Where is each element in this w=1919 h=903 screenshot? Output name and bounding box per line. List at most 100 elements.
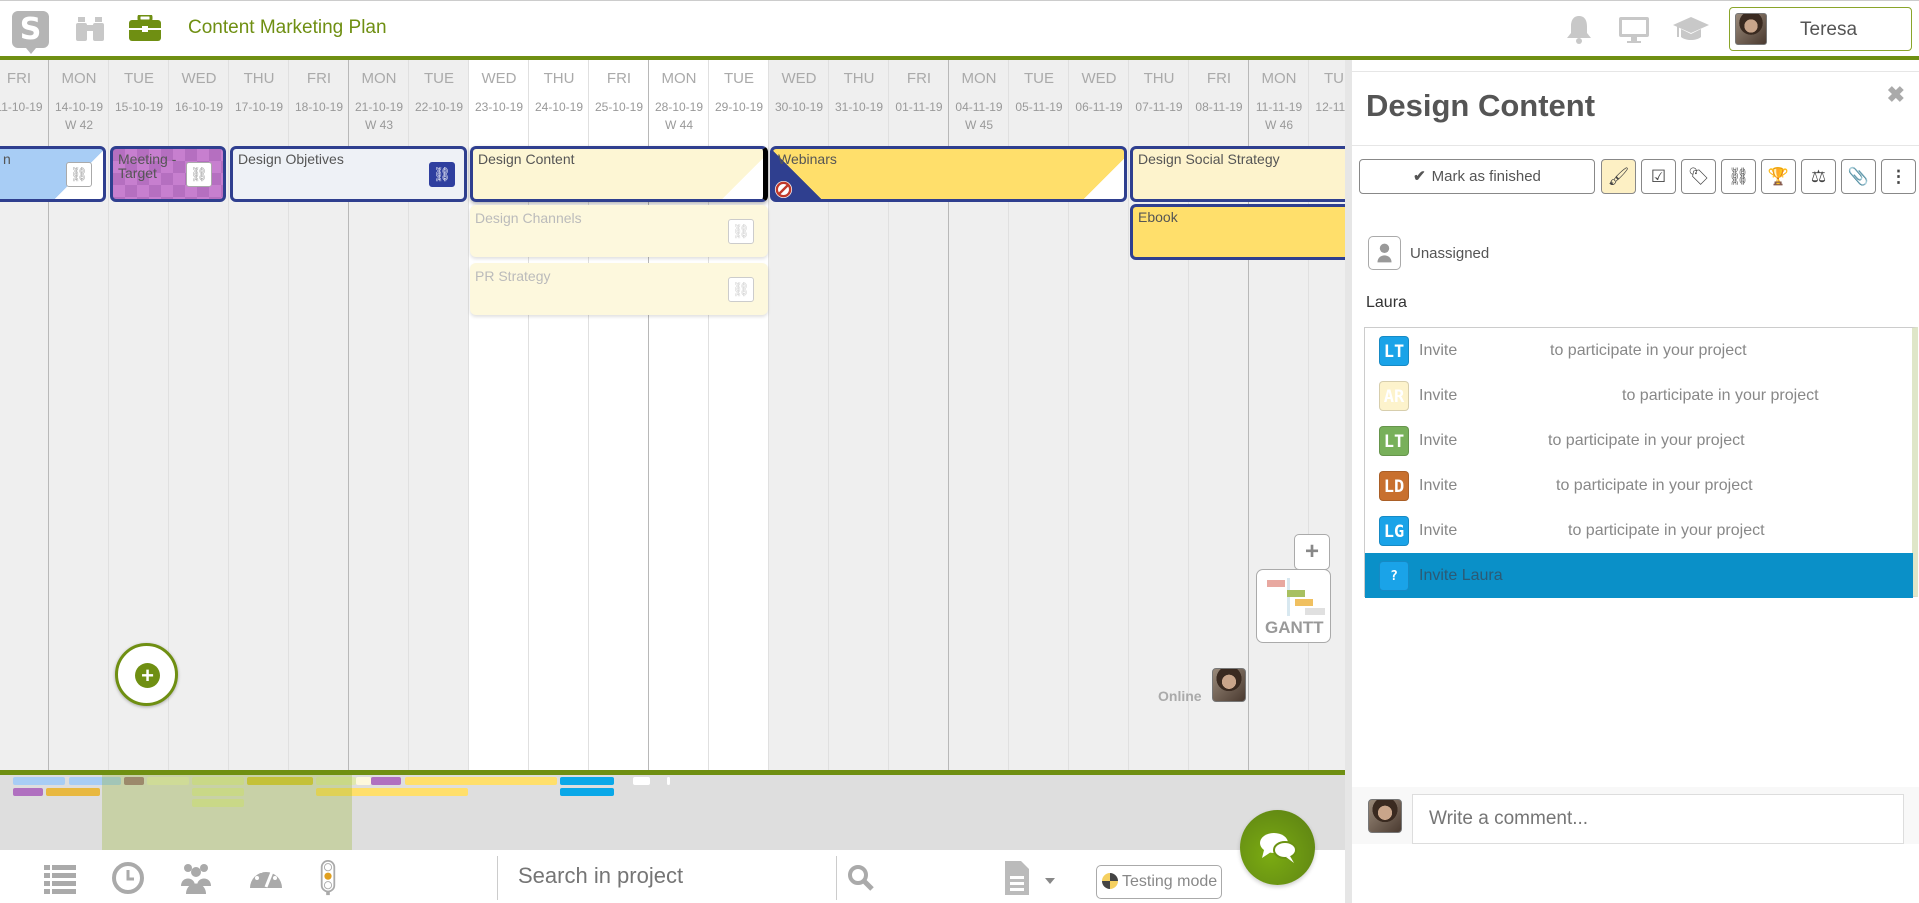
task-bar[interactable]: Meeting - Target ⛓ bbox=[110, 146, 226, 202]
suggestion-item[interactable]: LT Invite to participate in your project bbox=[1365, 418, 1913, 463]
clock-icon[interactable] bbox=[110, 860, 146, 896]
blocked-icon bbox=[774, 180, 793, 199]
task-bar[interactable]: Design Objetives ⛓ bbox=[230, 146, 467, 202]
task-bar[interactable]: n ⛓ bbox=[0, 146, 106, 202]
chat-button[interactable] bbox=[1240, 810, 1315, 885]
invite-label: Invite bbox=[1419, 387, 1458, 404]
task-label: Meeting - Target bbox=[118, 151, 177, 181]
gantt-view-button[interactable]: GANTT bbox=[1256, 569, 1331, 643]
invite-label: Invite bbox=[1419, 342, 1458, 359]
traffic-light-icon[interactable] bbox=[318, 860, 338, 896]
testing-mode-label: Testing mode bbox=[1122, 873, 1218, 890]
day-name: TUE bbox=[124, 70, 154, 87]
unlink-icon[interactable]: ⛓ bbox=[728, 277, 754, 302]
user-initials: LG bbox=[1379, 516, 1409, 546]
close-icon[interactable]: ✖ bbox=[1887, 82, 1905, 108]
monitor-icon[interactable] bbox=[1618, 13, 1650, 45]
team-icon[interactable] bbox=[178, 860, 214, 896]
divider bbox=[1352, 71, 1919, 72]
day-date: 16-10-19 bbox=[174, 100, 224, 114]
day-name: THU bbox=[543, 70, 575, 87]
unlink-icon[interactable]: ⛓ bbox=[186, 162, 212, 187]
document-icon[interactable] bbox=[1005, 861, 1029, 895]
zoom-in-button[interactable]: + bbox=[1294, 534, 1330, 570]
testing-icon bbox=[1102, 873, 1118, 889]
assign-user-input[interactable] bbox=[1366, 288, 1886, 318]
testing-mode-button[interactable]: Testing mode bbox=[1096, 865, 1222, 899]
suggestion-item[interactable]: LT Invite to participate in your project bbox=[1365, 328, 1913, 373]
minimap-viewport[interactable] bbox=[102, 775, 352, 850]
comment-input[interactable] bbox=[1412, 794, 1904, 844]
unlink-icon[interactable]: ⛓ bbox=[728, 219, 754, 244]
day-name: TUE bbox=[1024, 70, 1054, 87]
unlink-icon[interactable]: ⛓ bbox=[66, 162, 92, 187]
user-avatar bbox=[1735, 13, 1767, 45]
search-input[interactable] bbox=[518, 856, 838, 896]
list-icon[interactable] bbox=[42, 860, 78, 896]
panel-title[interactable]: Design Content bbox=[1366, 88, 1595, 124]
task-bar[interactable]: Design Social Strategy bbox=[1130, 146, 1345, 202]
mark-finished-button[interactable]: ✔ Mark as finished bbox=[1359, 159, 1595, 194]
suggestion-item[interactable]: LG Invite to participate in your project bbox=[1365, 508, 1913, 553]
search-icon[interactable] bbox=[847, 864, 875, 892]
task-label: Webinars bbox=[778, 151, 837, 167]
chevron-down-icon[interactable] bbox=[1045, 878, 1055, 884]
day-date: 12-11-19 bbox=[1315, 100, 1345, 114]
task-bar-selected[interactable]: Design Content bbox=[470, 146, 768, 202]
link-icon[interactable]: ⛓ bbox=[1721, 159, 1756, 194]
dashboard-icon[interactable] bbox=[248, 860, 284, 896]
suggestion-item[interactable]: LD Invite to participate in your project bbox=[1365, 463, 1913, 508]
task-bar[interactable]: Webinars bbox=[770, 146, 1127, 202]
user-menu[interactable]: Teresa bbox=[1729, 7, 1912, 51]
day-name: MON bbox=[661, 70, 697, 87]
day-date: 25-10-19 bbox=[594, 100, 644, 114]
online-label: Online bbox=[1158, 688, 1202, 704]
checkbox-icon[interactable]: ☑ bbox=[1641, 159, 1676, 194]
binoculars-icon[interactable] bbox=[76, 15, 104, 41]
commenter-avatar bbox=[1368, 799, 1402, 833]
brush-icon[interactable]: 🖌 bbox=[1601, 159, 1636, 194]
tags-icon[interactable]: 🏷 bbox=[1681, 159, 1716, 194]
user-initials: AR bbox=[1379, 381, 1409, 411]
day-date: 28-10-19 bbox=[654, 100, 704, 114]
week-number: W 43 bbox=[364, 118, 393, 132]
add-task-button[interactable]: + bbox=[115, 643, 178, 706]
task-label: Design Social Strategy bbox=[1138, 151, 1280, 167]
mark-finished-label: Mark as finished bbox=[1431, 168, 1541, 185]
day-date: 29-10-19 bbox=[714, 100, 764, 114]
day-name: WED bbox=[1081, 70, 1117, 87]
project-title[interactable]: Content Marketing Plan bbox=[188, 17, 387, 39]
gantt-chart[interactable]: FRI 11-10-19 MON 14-10-19 W 42 TUE 15-10-19 WED… bbox=[0, 60, 1345, 770]
day-date: 06-11-19 bbox=[1075, 100, 1123, 114]
suggestion-item[interactable]: AR Invite to participate in your project bbox=[1365, 373, 1913, 418]
user-suggestions-dropdown: LT Invite to participate in your project… bbox=[1364, 327, 1918, 598]
briefcase-icon[interactable] bbox=[129, 15, 161, 41]
link-icon[interactable]: ⛓ bbox=[429, 162, 455, 187]
scale-icon[interactable]: ⚖ bbox=[1801, 159, 1836, 194]
day-name: WED bbox=[781, 70, 817, 87]
user-name: Teresa bbox=[1800, 19, 1858, 40]
suggestion-item-selected[interactable]: ? Invite Laura bbox=[1365, 553, 1913, 598]
day-name: FRI bbox=[606, 70, 632, 87]
graduation-cap-icon[interactable] bbox=[1672, 13, 1710, 45]
online-user-avatar[interactable] bbox=[1212, 668, 1246, 702]
user-initials: LT bbox=[1379, 426, 1409, 456]
minimap[interactable] bbox=[0, 775, 1345, 850]
day-name: MON bbox=[61, 70, 97, 87]
invite-tail: to participate in your project bbox=[1556, 477, 1753, 494]
bell-icon[interactable] bbox=[1563, 13, 1595, 45]
subtask-bar[interactable]: PR Strategy ⛓ bbox=[470, 263, 768, 315]
task-bar[interactable]: Ebook bbox=[1130, 204, 1345, 260]
logo-icon[interactable]: S bbox=[12, 11, 49, 54]
plus-icon: + bbox=[135, 663, 160, 688]
more-icon[interactable]: ⋮ bbox=[1881, 159, 1916, 194]
day-date: 05-11-19 bbox=[1015, 100, 1063, 114]
day-name: THU bbox=[1143, 70, 1175, 87]
paperclip-icon[interactable]: 📎 bbox=[1841, 159, 1876, 194]
day-date: 01-11-19 bbox=[895, 100, 943, 114]
subtask-bar[interactable]: Design Channels ⛓ bbox=[470, 205, 768, 257]
check-icon: ✔ bbox=[1413, 168, 1426, 185]
day-name: TUE bbox=[424, 70, 454, 87]
gantt-label: GANTT bbox=[1265, 618, 1324, 637]
trophy-icon[interactable]: 🏆 bbox=[1761, 159, 1796, 194]
